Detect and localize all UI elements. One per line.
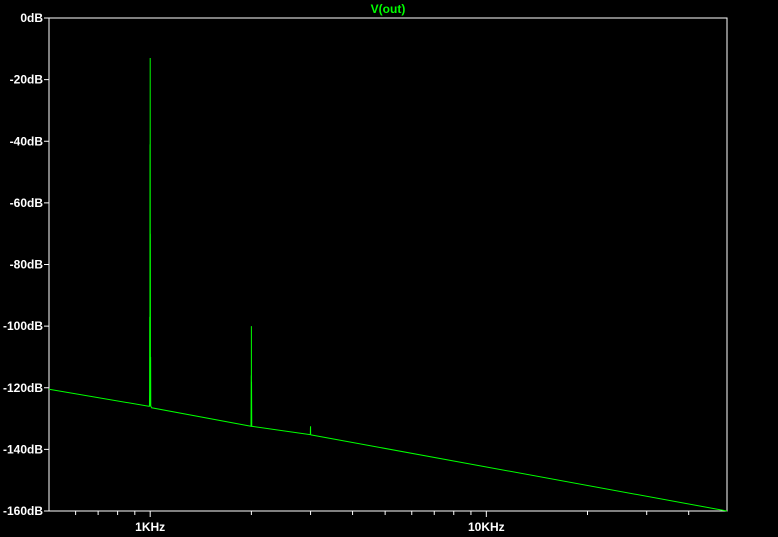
y-tick-label: -140dB [3, 442, 43, 456]
y-tick-label: -160dB [3, 504, 43, 518]
y-tick-label: -40dB [10, 134, 44, 148]
y-tick-label: -120dB [3, 381, 43, 395]
x-tick-label: 10KHz [468, 520, 505, 534]
y-tick-label: 0dB [20, 11, 43, 25]
chart: V(out) 0dB -20dB -40dB -60dB -80dB -100dB -120… [0, 0, 778, 537]
y-tick-label: -60dB [10, 196, 44, 210]
x-tick-label: 1KHz [135, 520, 165, 534]
y-tick-label: -100dB [3, 319, 43, 333]
chart-title: V(out) [371, 2, 406, 16]
chart-background [0, 0, 778, 537]
y-tick-label: -80dB [10, 258, 44, 272]
y-tick-label: -20dB [10, 73, 44, 87]
